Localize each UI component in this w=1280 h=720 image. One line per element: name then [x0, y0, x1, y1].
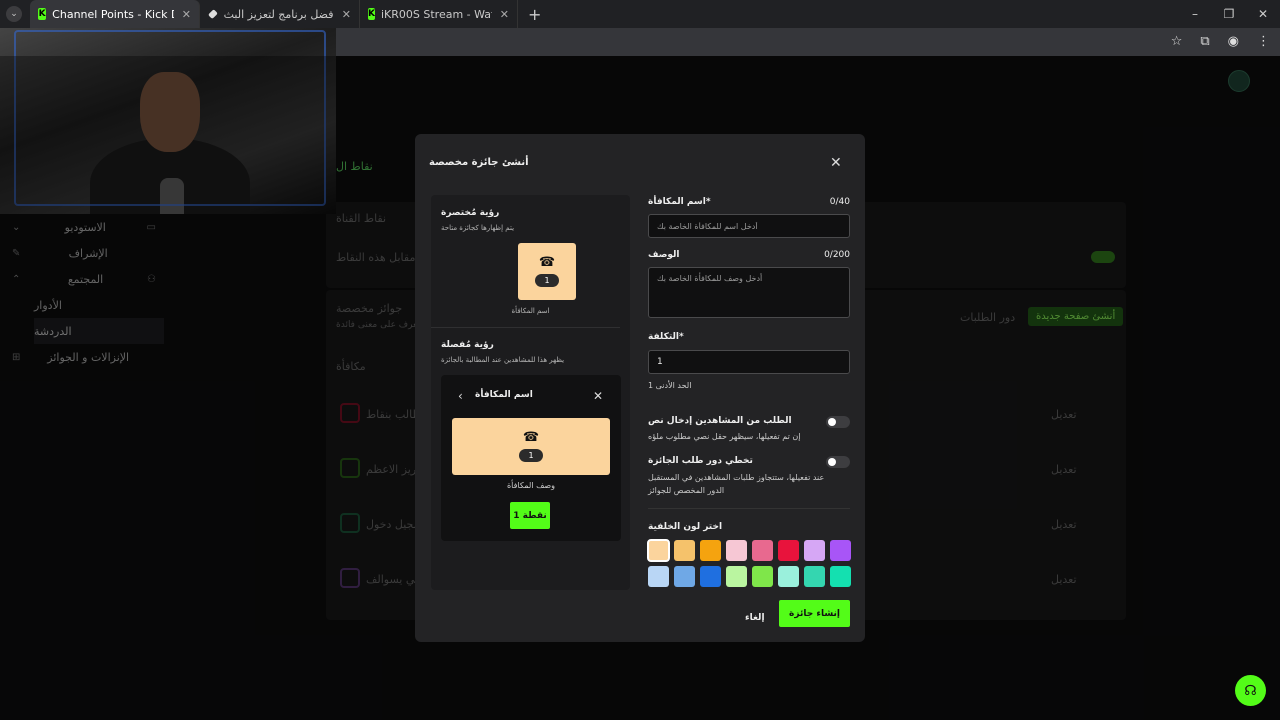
card-reward-description: وصف المكافأة — [506, 481, 556, 490]
help-chat-button[interactable]: ☊ — [1235, 675, 1266, 706]
detailed-view-title: رؤية مُفصلة — [441, 340, 494, 350]
restore-icon[interactable]: ❐ — [1212, 0, 1246, 28]
close-window-icon[interactable]: ✕ — [1246, 0, 1280, 28]
diamond-favicon-icon — [207, 9, 218, 19]
tab-search-icon[interactable]: ⌄ — [6, 6, 22, 22]
detailed-reward-tile: ☎ 1 — [452, 418, 610, 475]
skip-queue-toggle[interactable] — [826, 456, 850, 468]
compact-view-title: رؤية مُختصرة — [441, 208, 500, 218]
color-swatch[interactable] — [726, 566, 747, 587]
tab-channel-points[interactable]: K Channel Points - Kick Dashboard ✕ — [30, 0, 200, 28]
cost-input[interactable] — [648, 350, 850, 374]
reward-name-counter: 0/40 — [829, 197, 850, 207]
require-input-label: الطلب من المشاهدين إدخال نص — [648, 416, 792, 426]
color-swatch[interactable] — [752, 566, 773, 587]
color-swatch[interactable] — [752, 540, 773, 561]
reward-icon: ☎ — [522, 430, 540, 445]
color-swatch[interactable] — [674, 566, 695, 587]
detailed-reward-card: ‹ اسم المكافأة ✕ ☎ 1 وصف المكافأة 1 نقطة — [441, 375, 621, 541]
color-swatch[interactable] — [778, 566, 799, 587]
profile-avatar-icon[interactable]: ◉ — [1228, 34, 1239, 49]
tab-tafaul[interactable]: التفاعل | أفضل برنامج لتعزيز البث ✕ — [200, 0, 360, 28]
color-swatch[interactable] — [726, 540, 747, 561]
skip-queue-description: عند تفعيلها، ستتجاوز طلبات المشاهدين في … — [648, 473, 825, 495]
color-swatch[interactable] — [674, 540, 695, 561]
color-swatch[interactable] — [700, 566, 721, 587]
close-tab-icon[interactable]: ✕ — [500, 8, 509, 21]
compact-reward-name: اسم المكافأة — [511, 307, 550, 315]
tab-title: Channel Points - Kick Dashboard — [52, 7, 174, 21]
background-color-label: اختر لون الخلفية — [648, 522, 723, 532]
create-reward-modal: أنشئ جائزة مخصصة ✕ رؤية مُختصرة يتم إظها… — [415, 134, 865, 642]
reward-cost-badge: 1 — [535, 274, 559, 287]
redeem-points-button[interactable]: 1 نقطة — [510, 502, 550, 529]
extensions-icon[interactable]: ⧉ — [1200, 34, 1209, 49]
reward-name-input[interactable] — [648, 214, 850, 238]
description-label: الوصف — [648, 250, 680, 260]
toolbar-icons: ☆ ⧉ ◉ ⋮ — [1171, 34, 1270, 49]
require-input-toggle[interactable] — [826, 416, 850, 428]
window-controls: – ❐ ✕ — [1178, 0, 1280, 28]
color-swatch[interactable] — [778, 540, 799, 561]
compact-reward-tile: ☎ 1 — [518, 243, 576, 300]
card-reward-name: اسم المكافأة — [475, 390, 533, 400]
color-swatch[interactable] — [700, 540, 721, 561]
cost-minimum-note: الحد الأدنى 1 — [648, 381, 692, 390]
color-swatch[interactable] — [804, 540, 825, 561]
reward-icon: ☎ — [538, 255, 556, 270]
close-tab-icon[interactable]: ✕ — [182, 8, 191, 21]
kick-favicon-icon: K — [38, 8, 47, 20]
more-menu-icon[interactable]: ⋮ — [1257, 34, 1270, 49]
color-swatch[interactable] — [804, 566, 825, 587]
color-swatch[interactable] — [830, 566, 851, 587]
close-icon[interactable]: ✕ — [830, 155, 842, 171]
tab-title: iKR00S Stream - Watch Live on Kick — [380, 7, 492, 21]
detailed-view-subtitle: يظهر هذا للمشاهدين عند المطالبة بالجائزة — [441, 356, 565, 364]
reward-name-label: اسم المكافأة* — [648, 197, 711, 207]
compact-view-subtitle: يتم إظهارها كجائزة متاحة — [441, 224, 515, 232]
browser-tab-bar: ⌄ K Channel Points - Kick Dashboard ✕ ال… — [0, 0, 1280, 28]
skip-queue-label: تخطي دور طلب الجائزة — [648, 456, 753, 466]
tab-title: التفاعل | أفضل برنامج لتعزيز البث — [223, 7, 334, 21]
kick-favicon-icon: K — [368, 8, 375, 20]
color-swatch[interactable] — [830, 540, 851, 561]
create-reward-button[interactable]: إنشاء جائزة — [779, 600, 850, 627]
cancel-button[interactable]: إلغاء — [745, 613, 765, 623]
new-tab-button[interactable]: + — [528, 5, 541, 24]
form-divider — [648, 508, 850, 509]
tab-stream[interactable]: K iKR00S Stream - Watch Live on Kick ✕ — [360, 0, 518, 28]
reward-preview-panel: رؤية مُختصرة يتم إظهارها كجائزة متاحة ☎ … — [431, 195, 630, 590]
bookmark-star-icon[interactable]: ☆ — [1171, 34, 1183, 49]
close-tab-icon[interactable]: ✕ — [342, 8, 351, 21]
color-swatch[interactable] — [648, 566, 669, 587]
color-swatch[interactable] — [647, 539, 670, 562]
cost-label: التكلفة* — [648, 332, 684, 342]
modal-title: أنشئ جائزة مخصصة — [429, 157, 529, 168]
description-counter: 0/200 — [824, 250, 850, 260]
close-icon[interactable]: ✕ — [593, 389, 603, 403]
color-swatches — [647, 539, 851, 587]
chevron-left-icon[interactable]: ‹ — [458, 389, 463, 403]
minimize-icon[interactable]: – — [1178, 0, 1212, 28]
description-field[interactable] — [648, 267, 850, 318]
reward-cost-badge: 1 — [519, 449, 543, 462]
support-icon: ☊ — [1244, 682, 1257, 699]
preview-divider — [431, 327, 620, 328]
require-input-description: إن تم تفعيلها، سيظهر حقل نصي مطلوب ملؤه — [648, 432, 801, 441]
